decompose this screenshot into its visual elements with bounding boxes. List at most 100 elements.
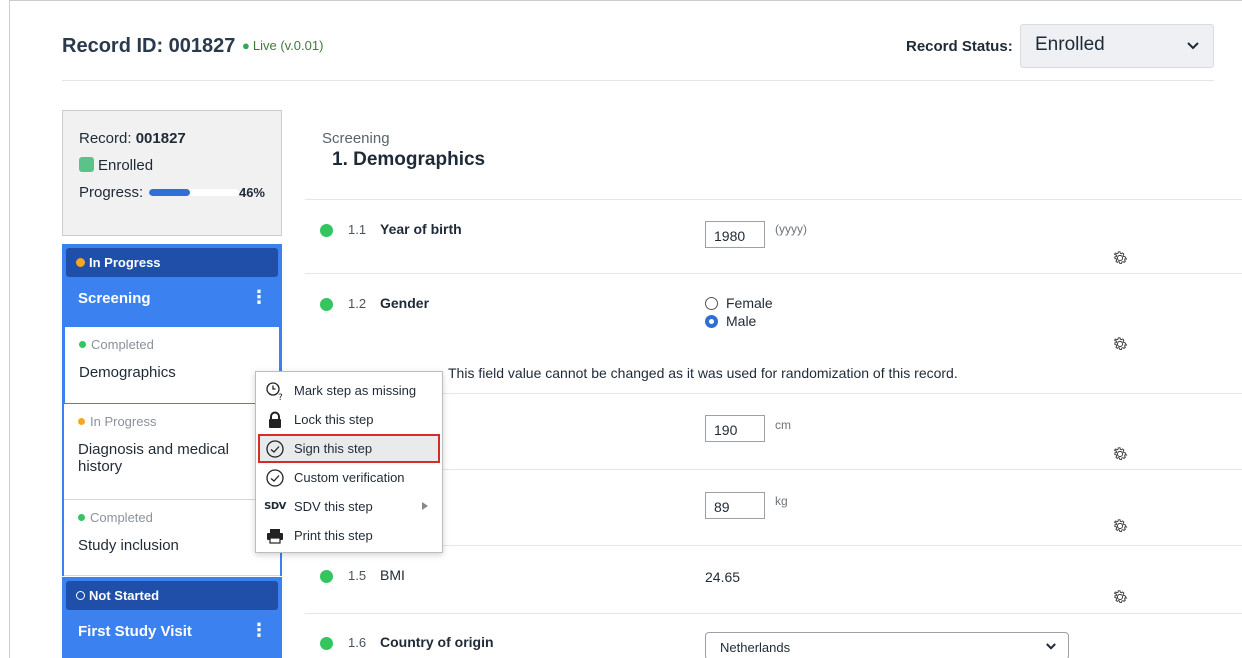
option-label: Male — [726, 313, 757, 329]
step-status: Completed — [91, 337, 154, 352]
lock-icon — [264, 410, 286, 430]
gear-icon[interactable] — [1111, 517, 1129, 535]
phase-status-label: In Progress — [89, 255, 161, 270]
field-row-weight: 89 kg — [305, 469, 1242, 545]
status-dot-icon — [76, 258, 85, 267]
option-label: Female — [726, 295, 773, 311]
menu-item-sdv-step[interactable]: SDV SDV this step — [256, 492, 442, 521]
chevron-down-icon — [1187, 37, 1199, 53]
menu-item-label: SDV this step — [294, 499, 373, 514]
step-item-demographics[interactable]: Completed Demographics — [64, 326, 280, 404]
step-item-diagnosis[interactable]: In Progress Diagnosis and medical histor… — [64, 404, 280, 500]
step-item-study-inclusion[interactable]: Completed Study inclusion — [64, 500, 280, 576]
live-version-badge: ● Live (v.0.01) — [242, 38, 323, 53]
progress-line: Progress: 46% — [79, 179, 265, 206]
enrolled-line: Enrolled — [79, 152, 265, 179]
progress-bar-fill — [149, 189, 191, 196]
section-label: Screening — [322, 130, 390, 147]
field-number: 1.6 — [348, 635, 367, 650]
menu-item-mark-missing[interactable]: ? Mark step as missing — [256, 376, 442, 405]
check-circle-icon — [264, 468, 286, 488]
field-label: Country of origin — [380, 634, 494, 650]
field-row-country: 1.6 Country of origin Netherlands — [305, 613, 1242, 658]
printer-icon — [264, 526, 286, 546]
field-label: Gender — [380, 295, 430, 311]
menu-item-sign-step[interactable]: Sign this step — [258, 434, 440, 463]
phase-screening[interactable]: In Progress Screening ⋮ — [62, 244, 282, 326]
phase-title: First Study Visit ⋮ — [62, 610, 282, 656]
status-dot-icon — [79, 341, 86, 348]
menu-item-lock-step[interactable]: Lock this step — [256, 405, 442, 434]
step-name: Diagnosis and medical history — [78, 441, 229, 475]
clock-question-icon: ? — [264, 381, 286, 401]
step-name: Demographics — [79, 364, 176, 381]
status-dot-icon — [76, 591, 85, 600]
progress-percent: 46% — [238, 185, 265, 200]
status-dot-icon — [78, 514, 85, 521]
record-id-title: Record ID: 001827 — [62, 35, 236, 57]
phase-title-text: Screening — [78, 290, 151, 307]
country-value: Netherlands — [720, 640, 791, 655]
menu-item-label: Print this step — [294, 528, 373, 543]
phase-status-badge: Not Started — [66, 581, 278, 610]
kebab-menu-icon[interactable]: ⋮ — [250, 621, 268, 639]
chevron-down-icon — [1046, 639, 1056, 653]
record-status-label: Record Status: — [906, 38, 1013, 55]
enrolled-label: Enrolled — [98, 157, 154, 174]
kebab-menu-icon[interactable]: ⋮ — [250, 288, 268, 306]
height-input[interactable]: 190 — [705, 415, 765, 442]
field-number: 1.5 — [348, 568, 367, 583]
radio-button-selected[interactable] — [705, 314, 718, 328]
field-status-dot-icon — [320, 224, 333, 237]
gender-option-male[interactable]: Male — [705, 313, 756, 329]
progress-label: Progress: — [79, 184, 144, 201]
menu-item-label: Lock this step — [294, 412, 374, 427]
field-row-bmi: 1.5 BMI 24.65 — [305, 545, 1242, 613]
form-title: 1. Demographics — [332, 149, 486, 170]
field-number: 1.2 — [348, 296, 367, 311]
status-dot-icon — [78, 418, 85, 425]
menu-item-label: Mark step as missing — [294, 383, 417, 398]
record-header: Record ID: 001827 ● Live (v.0.01) Record … — [62, 23, 1214, 81]
record-status-value: Enrolled — [1035, 34, 1105, 55]
gear-icon[interactable] — [1111, 445, 1129, 463]
step-list: Completed Demographics In Progress Diagn… — [62, 326, 282, 576]
gear-icon[interactable] — [1111, 335, 1129, 353]
gear-icon[interactable] — [1111, 588, 1129, 606]
phase-first-study-visit[interactable]: Not Started First Study Visit ⋮ — [62, 577, 282, 658]
field-unit: kg — [775, 494, 788, 508]
bmi-value: 24.65 — [705, 569, 741, 585]
enrolled-status-icon — [79, 157, 94, 172]
weight-input[interactable]: 89 — [705, 492, 765, 519]
live-label: Live (v.0.01) — [252, 38, 324, 53]
field-row-year-of-birth: 1.1 Year of birth 1980 (yyyy) — [305, 199, 1242, 273]
field-number: 1.1 — [348, 222, 367, 237]
record-prefix: Record: — [79, 130, 136, 147]
gender-option-female[interactable]: Female — [705, 295, 773, 311]
menu-item-print-step[interactable]: Print this step — [256, 521, 442, 550]
radio-button[interactable] — [705, 296, 718, 310]
phase-status-label: Not Started — [89, 588, 160, 603]
step-status: Completed — [90, 510, 153, 525]
field-unit: cm — [775, 418, 791, 432]
gear-icon[interactable] — [1111, 249, 1129, 267]
record-number-line: Record: 001827 — [79, 125, 265, 152]
country-select[interactable]: Netherlands — [705, 632, 1069, 658]
menu-item-custom-verification[interactable]: Custom verification — [256, 463, 442, 492]
submenu-arrow-icon — [422, 502, 428, 510]
phase-status-badge: In Progress — [66, 248, 278, 277]
randomization-notice: This field value cannot be changed as it… — [448, 365, 958, 381]
record-status-select[interactable]: Enrolled — [1020, 24, 1214, 68]
menu-item-label: Sign this step — [294, 441, 373, 456]
year-of-birth-input[interactable]: 1980 — [705, 221, 765, 248]
svg-text:?: ? — [278, 393, 283, 401]
sdv-icon-text: SDV — [264, 501, 286, 512]
field-status-dot-icon — [320, 298, 333, 311]
menu-item-label: Custom verification — [294, 470, 405, 485]
field-status-dot-icon — [320, 637, 333, 650]
step-context-menu: ? Mark step as missing Lock this step Si… — [255, 371, 443, 553]
phase-title-text: First Study Visit — [78, 623, 192, 640]
phase-title: Screening ⋮ — [62, 277, 282, 323]
field-label: BMI — [380, 567, 405, 583]
field-row-height: 190 cm — [305, 393, 1242, 469]
